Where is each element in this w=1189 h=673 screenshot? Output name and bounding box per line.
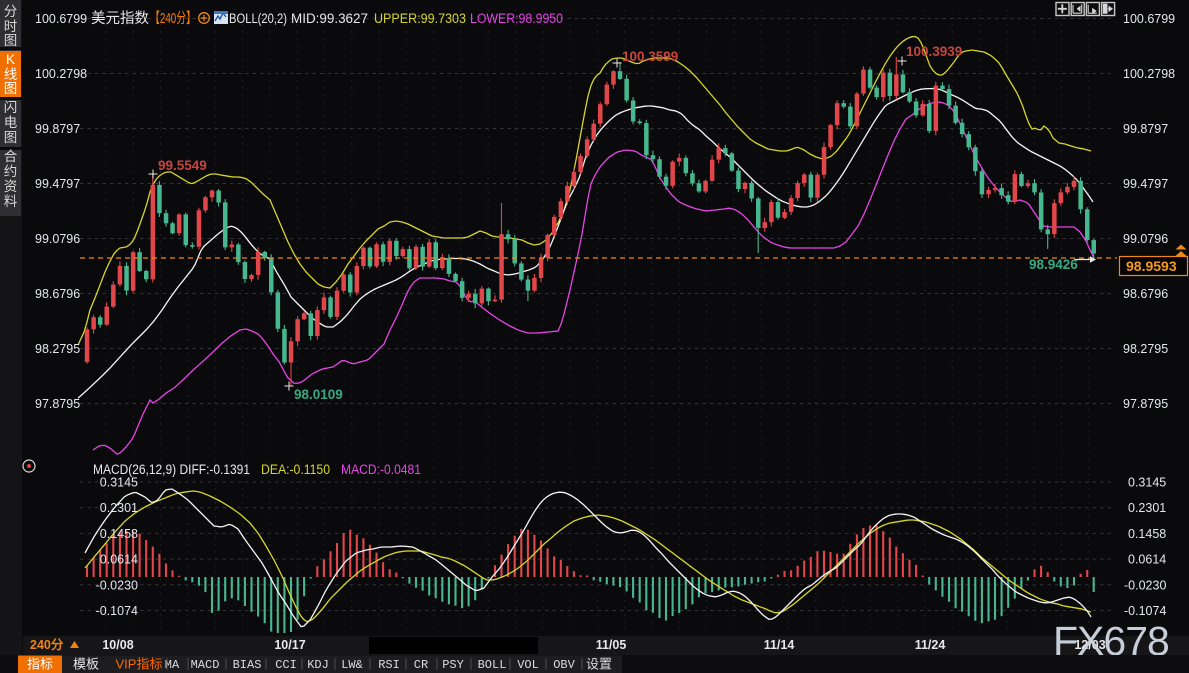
svg-text:100.2798: 100.2798 xyxy=(1123,67,1175,81)
svg-text:资: 资 xyxy=(4,179,18,194)
svg-text:约: 约 xyxy=(4,164,18,179)
svg-text:模板: 模板 xyxy=(73,657,99,672)
svg-text:98.2795: 98.2795 xyxy=(1123,342,1168,356)
svg-text:LOWER:98.9950: LOWER:98.9950 xyxy=(470,11,563,26)
svg-text:VOL: VOL xyxy=(517,658,539,672)
svg-text:指标: 指标 xyxy=(27,657,53,672)
svg-text:BOLL: BOLL xyxy=(478,658,507,672)
svg-text:MACD:-0.0481: MACD:-0.0481 xyxy=(341,462,421,477)
svg-text:UPPER:99.7303: UPPER:99.7303 xyxy=(374,11,466,26)
svg-text:图: 图 xyxy=(4,33,18,48)
svg-text:0.0614: 0.0614 xyxy=(100,553,138,567)
svg-text:-0.0230: -0.0230 xyxy=(96,578,138,592)
svg-text:MACD(26,12,9) DIFF:-0.1391: MACD(26,12,9) DIFF:-0.1391 xyxy=(93,462,250,477)
svg-text:97.8795: 97.8795 xyxy=(35,397,80,411)
svg-text:【240分】: 【240分】 xyxy=(150,10,196,27)
svg-text:100.2798: 100.2798 xyxy=(35,67,87,81)
svg-text:11/05: 11/05 xyxy=(596,638,627,652)
svg-text:时: 时 xyxy=(4,19,18,34)
svg-text:分: 分 xyxy=(4,4,18,19)
svg-text:PSY: PSY xyxy=(442,658,464,672)
svg-text:LW&: LW& xyxy=(341,658,363,672)
svg-text:11/24: 11/24 xyxy=(915,638,946,652)
svg-text:图: 图 xyxy=(4,81,18,96)
svg-text:98.2795: 98.2795 xyxy=(35,342,80,356)
svg-text:99.8797: 99.8797 xyxy=(1123,122,1168,136)
svg-text:-0.0230: -0.0230 xyxy=(1124,578,1166,592)
svg-text:98.6796: 98.6796 xyxy=(35,287,80,301)
svg-text:99.0796: 99.0796 xyxy=(1123,232,1168,246)
svg-text:99.4797: 99.4797 xyxy=(35,177,80,191)
svg-text:合: 合 xyxy=(4,149,18,164)
svg-text:98.9593: 98.9593 xyxy=(1126,258,1177,274)
svg-text:98.0109: 98.0109 xyxy=(294,387,343,402)
svg-text:99.8797: 99.8797 xyxy=(35,122,80,136)
svg-text:CR: CR xyxy=(414,658,428,672)
svg-text:DEA:-0.1150: DEA:-0.1150 xyxy=(261,462,330,477)
svg-text:99.5549: 99.5549 xyxy=(158,158,207,173)
svg-text:0.2301: 0.2301 xyxy=(1128,501,1166,515)
svg-text:97.8795: 97.8795 xyxy=(1123,397,1168,411)
svg-text:图: 图 xyxy=(4,130,18,145)
svg-text:100.6799: 100.6799 xyxy=(1123,12,1175,26)
svg-text:100.3939: 100.3939 xyxy=(906,44,962,59)
svg-text:MID:99.3627: MID:99.3627 xyxy=(291,11,368,26)
svg-text:BOLL(20,2): BOLL(20,2) xyxy=(229,11,287,26)
svg-text:10/08: 10/08 xyxy=(102,638,133,652)
svg-text:电: 电 xyxy=(4,115,18,130)
svg-text:98.6796: 98.6796 xyxy=(1123,287,1168,301)
svg-text:CCI: CCI xyxy=(275,658,297,672)
svg-text:0.3145: 0.3145 xyxy=(100,476,138,490)
svg-text:99.0796: 99.0796 xyxy=(35,232,80,246)
svg-text:设置: 设置 xyxy=(586,657,612,672)
svg-text:99.4797: 99.4797 xyxy=(1123,177,1168,191)
svg-text:240分: 240分 xyxy=(30,637,64,652)
svg-text:OBV: OBV xyxy=(553,658,575,672)
svg-text:98.9426: 98.9426 xyxy=(1029,257,1078,272)
svg-text:K: K xyxy=(6,52,15,67)
svg-text:100.6799: 100.6799 xyxy=(35,12,87,26)
svg-text:0.0614: 0.0614 xyxy=(1128,553,1166,567)
svg-text:-0.1074: -0.1074 xyxy=(96,604,138,618)
svg-text:BIAS: BIAS xyxy=(233,658,262,672)
svg-text:0.2301: 0.2301 xyxy=(100,501,138,515)
svg-text:料: 料 xyxy=(4,194,18,209)
svg-text:RSI: RSI xyxy=(378,658,400,672)
svg-text:美元指数: 美元指数 xyxy=(91,10,149,27)
svg-text:闪: 闪 xyxy=(4,100,18,115)
svg-text:0.1458: 0.1458 xyxy=(1128,527,1166,541)
svg-text:MACD: MACD xyxy=(191,658,220,672)
svg-text:线: 线 xyxy=(4,67,18,82)
svg-text:100.3599: 100.3599 xyxy=(622,49,678,64)
svg-text:VIP指标: VIP指标 xyxy=(116,657,163,672)
svg-text:0.3145: 0.3145 xyxy=(1128,476,1166,490)
svg-text:11/14: 11/14 xyxy=(764,638,795,652)
svg-text:0.1458: 0.1458 xyxy=(100,527,138,541)
svg-text:10/17: 10/17 xyxy=(274,638,305,652)
svg-text:KDJ: KDJ xyxy=(307,658,329,672)
svg-text:-0.1074: -0.1074 xyxy=(1124,604,1166,618)
